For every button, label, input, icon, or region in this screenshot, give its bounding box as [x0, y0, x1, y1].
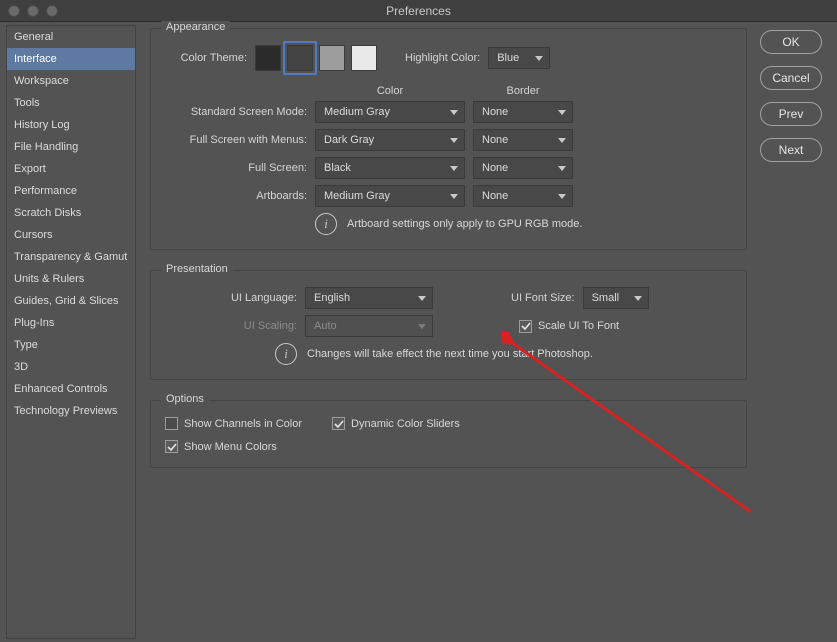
sidebar-item-type[interactable]: Type: [7, 334, 135, 356]
color-theme-label: Color Theme:: [165, 52, 255, 64]
highlight-color-label: Highlight Color:: [405, 52, 488, 64]
dynamic-sliders-label: Dynamic Color Sliders: [351, 418, 460, 430]
screen-mode-label: Artboards:: [165, 190, 315, 202]
sidebar-item-plug-ins[interactable]: Plug-Ins: [7, 312, 135, 334]
info-icon: i: [315, 213, 337, 235]
sidebar-item-cursors[interactable]: Cursors: [7, 224, 135, 246]
screen-mode-border-select[interactable]: None: [473, 101, 573, 123]
show-channels-label: Show Channels in Color: [184, 418, 302, 430]
ui-scaling-label: UI Scaling:: [165, 320, 305, 332]
screen-mode-border-select[interactable]: None: [473, 157, 573, 179]
sidebar-item-interface[interactable]: Interface: [7, 48, 135, 70]
checkbox-icon: [165, 417, 178, 430]
sidebar-item-file-handling[interactable]: File Handling: [7, 136, 135, 158]
sidebar-item-guides-grid-slices[interactable]: Guides, Grid & Slices: [7, 290, 135, 312]
sidebar-item-units-rulers[interactable]: Units & Rulers: [7, 268, 135, 290]
ui-scaling-value: Auto: [314, 320, 337, 332]
sidebar-item-workspace[interactable]: Workspace: [7, 70, 135, 92]
chevron-down-icon: [418, 296, 426, 301]
ui-fontsize-select[interactable]: Small: [583, 287, 649, 309]
chevron-down-icon: [450, 138, 458, 143]
group-title-presentation: Presentation: [161, 263, 233, 275]
titlebar: Preferences: [0, 0, 837, 22]
sidebar-item-3d[interactable]: 3D: [7, 356, 135, 378]
chevron-down-icon: [634, 296, 642, 301]
sidebar-item-performance[interactable]: Performance: [7, 180, 135, 202]
zoom-icon[interactable]: [46, 5, 58, 17]
minimize-icon[interactable]: [27, 5, 39, 17]
chevron-down-icon: [450, 166, 458, 171]
dynamic-sliders-checkbox[interactable]: Dynamic Color Sliders: [332, 417, 460, 430]
scale-ui-to-font-checkbox[interactable]: Scale UI To Font: [519, 320, 619, 333]
ui-language-select[interactable]: English: [305, 287, 433, 309]
screen-mode-color-select[interactable]: Black: [315, 157, 465, 179]
screen-mode-border-select[interactable]: None: [473, 185, 573, 207]
color-theme-swatches: [255, 45, 377, 71]
chevron-down-icon: [558, 110, 566, 115]
content-area: Appearance Color Theme: Highlight Color:…: [136, 22, 757, 642]
column-header-color: Color: [315, 85, 465, 97]
column-header-border: Border: [473, 85, 573, 97]
window-controls: [0, 5, 58, 17]
theme-swatch-light[interactable]: [319, 45, 345, 71]
theme-swatch-dark[interactable]: [287, 45, 313, 71]
info-icon: i: [275, 343, 297, 365]
sidebar-item-general[interactable]: General: [7, 26, 135, 48]
sidebar-item-tools[interactable]: Tools: [7, 92, 135, 114]
ui-language-label: UI Language:: [165, 292, 305, 304]
next-button[interactable]: Next: [760, 138, 822, 162]
screen-mode-label: Full Screen:: [165, 162, 315, 174]
chevron-down-icon: [450, 110, 458, 115]
chevron-down-icon: [558, 194, 566, 199]
cancel-button[interactable]: Cancel: [760, 66, 822, 90]
options-group: Options Show Channels in Color Dynamic C…: [150, 400, 747, 468]
window-title: Preferences: [0, 4, 837, 18]
dialog-actions: OK Cancel Prev Next: [757, 22, 837, 642]
sidebar-item-enhanced-controls[interactable]: Enhanced Controls: [7, 378, 135, 400]
highlight-color-select[interactable]: Blue: [488, 47, 550, 69]
show-menu-colors-label: Show Menu Colors: [184, 441, 277, 453]
appearance-note: Artboard settings only apply to GPU RGB …: [347, 218, 582, 230]
ui-fontsize-value: Small: [592, 292, 620, 304]
chevron-down-icon: [535, 56, 543, 61]
show-channels-checkbox[interactable]: Show Channels in Color: [165, 417, 302, 430]
group-title-options: Options: [161, 393, 209, 405]
presentation-group: Presentation UI Language: English UI Fon…: [150, 270, 747, 380]
show-menu-colors-checkbox[interactable]: Show Menu Colors: [165, 440, 732, 453]
theme-swatch-darkest[interactable]: [255, 45, 281, 71]
sidebar-item-transparency-gamut[interactable]: Transparency & Gamut: [7, 246, 135, 268]
ui-scaling-select: Auto: [305, 315, 433, 337]
checkbox-icon: [519, 320, 532, 333]
screen-mode-border-select[interactable]: None: [473, 129, 573, 151]
chevron-down-icon: [418, 324, 426, 329]
ui-language-value: English: [314, 292, 350, 304]
sidebar: GeneralInterfaceWorkspaceToolsHistory Lo…: [6, 25, 136, 639]
prev-button[interactable]: Prev: [760, 102, 822, 126]
theme-swatch-lightest[interactable]: [351, 45, 377, 71]
checkbox-icon: [332, 417, 345, 430]
scale-ui-to-font-label: Scale UI To Font: [538, 320, 619, 332]
close-icon[interactable]: [8, 5, 20, 17]
group-title-appearance: Appearance: [161, 21, 230, 33]
chevron-down-icon: [558, 166, 566, 171]
highlight-color-value: Blue: [497, 52, 519, 64]
ok-button[interactable]: OK: [760, 30, 822, 54]
screen-mode-color-select[interactable]: Medium Gray: [315, 101, 465, 123]
sidebar-item-export[interactable]: Export: [7, 158, 135, 180]
checkbox-icon: [165, 440, 178, 453]
screen-mode-label: Standard Screen Mode:: [165, 106, 315, 118]
screen-mode-color-select[interactable]: Medium Gray: [315, 185, 465, 207]
screen-mode-label: Full Screen with Menus:: [165, 134, 315, 146]
sidebar-item-scratch-disks[interactable]: Scratch Disks: [7, 202, 135, 224]
sidebar-item-history-log[interactable]: History Log: [7, 114, 135, 136]
sidebar-item-technology-previews[interactable]: Technology Previews: [7, 400, 135, 422]
chevron-down-icon: [450, 194, 458, 199]
presentation-note: Changes will take effect the next time y…: [307, 348, 593, 360]
ui-fontsize-label: UI Font Size:: [511, 292, 583, 304]
appearance-group: Appearance Color Theme: Highlight Color:…: [150, 28, 747, 250]
chevron-down-icon: [558, 138, 566, 143]
screen-mode-color-select[interactable]: Dark Gray: [315, 129, 465, 151]
